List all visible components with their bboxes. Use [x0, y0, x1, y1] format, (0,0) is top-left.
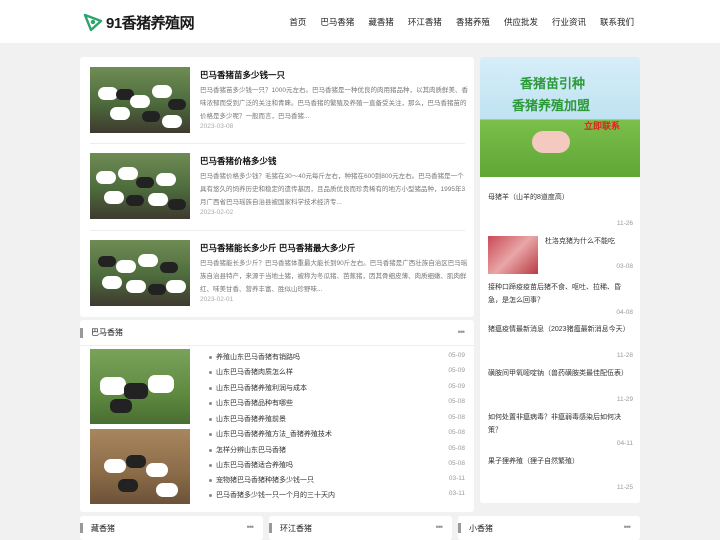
section-header: 环江香猪 •••: [269, 516, 452, 540]
news-thumbnail[interactable]: [488, 236, 538, 274]
section-marker: [458, 523, 461, 533]
section-zang: 藏香猪 •••: [80, 516, 263, 540]
main-nav: 首页 巴马香猪 藏香猪 环江香猪 香猪养殖 供应批发 行业资讯 联系我们: [275, 0, 634, 43]
article-summary: 巴马香猪苗多少钱一只？1000元左右。巴马香猪是一种优良的肉用猪品种，以其肉质鲜…: [200, 87, 468, 120]
article-item[interactable]: 巴马香猪能长多少斤 巴马香猪最大多少斤 巴马香猪能长多少斤？巴马香猪体重最大能长…: [90, 240, 470, 310]
section-image[interactable]: [90, 349, 190, 424]
more-icon[interactable]: •••: [458, 327, 466, 337]
section-header: 小香猪 •••: [458, 516, 640, 540]
article-thumbnail[interactable]: [90, 67, 190, 133]
article-title[interactable]: 巴马香猪苗多少钱一只: [200, 69, 285, 81]
list-item[interactable]: 宠物猪巴马香猪种猪多少钱一只 03-11: [209, 475, 465, 490]
article-item[interactable]: 巴马香猪苗多少钱一只 巴马香猪苗多少钱一只？1000元左右。巴马香猪是一种优良的…: [90, 67, 470, 137]
article-thumbnail[interactable]: [90, 153, 190, 219]
article-item[interactable]: 巴马香猪价格多少钱 巴马香猪价格多少钱？毛猪在30～40元每斤左右，种猪在600…: [90, 153, 470, 223]
sidebar-news-item[interactable]: 杜洛克猪为什么不能吃 03-08: [545, 235, 633, 270]
more-icon[interactable]: •••: [624, 522, 632, 532]
nav-supply[interactable]: 供应批发: [504, 16, 538, 28]
site-header: 91香猪养殖网 首页 巴马香猪 藏香猪 环江香猪 香猪养殖 供应批发 行业资讯 …: [0, 0, 720, 43]
sidebar-news-item[interactable]: 如何处置非瘟病毒？非瘟弱毒感染后如何决策？ 04-11: [488, 411, 633, 447]
sidebar-news-item[interactable]: 磺胺间甲氧嘧啶钠（兽药磺胺类最佳配伍表） 11-29: [488, 367, 633, 403]
article-summary: 巴马香猪能长多少斤？巴马香猪体重最大能长到90斤左右。巴马香猪是广西壮族自治区巴…: [200, 260, 468, 293]
section-marker: [80, 523, 83, 533]
list-item[interactable]: 山东巴马香猪养殖前景 05-08: [209, 414, 465, 429]
banner-line2: 香猪养殖加盟: [512, 98, 591, 113]
nav-breeding[interactable]: 香猪养殖: [456, 16, 490, 28]
promo-banner[interactable]: 香猪苗引种 香猪养殖加盟 立即联系: [480, 57, 640, 177]
article-date: 2023-03-08: [200, 123, 234, 130]
section-marker: [80, 327, 83, 338]
nav-home[interactable]: 首页: [289, 16, 306, 28]
section-small: 小香猪 •••: [458, 516, 640, 540]
pig-illustration: [532, 131, 570, 153]
section-title[interactable]: 环江香猪: [280, 523, 312, 534]
logo-text: 91香猪养殖网: [106, 14, 195, 32]
nav-contact[interactable]: 联系我们: [600, 16, 634, 28]
site-logo[interactable]: 91香猪养殖网: [82, 9, 195, 35]
article-summary: 巴马香猪价格多少钱？毛猪在30～40元每斤左右，种猪在600到800元左右。巴马…: [200, 173, 466, 206]
sidebar-news-item[interactable]: 接种口蹄疫疫苗后猪不食、呕吐、拉稀、昏急，是怎么回事？ 04-08: [488, 281, 633, 316]
divider: [90, 143, 465, 144]
nav-zang[interactable]: 藏香猪: [368, 16, 394, 28]
sidebar-news-item[interactable]: 母猪羊（山羊的8道度高） 11-26: [488, 191, 633, 227]
section-marker: [269, 523, 272, 533]
nav-bama[interactable]: 巴马香猪: [320, 16, 354, 28]
article-title[interactable]: 巴马香猪能长多少斤 巴马香猪最大多少斤: [200, 242, 355, 254]
pig-logo-icon: [83, 13, 103, 32]
section-header: 藏香猪 •••: [80, 516, 263, 540]
section-image[interactable]: [90, 429, 190, 504]
section-title[interactable]: 巴马香猪: [91, 327, 123, 338]
list-item[interactable]: 怎样分辨山东巴马香猪 05-08: [209, 445, 465, 460]
section-title[interactable]: 小香猪: [469, 523, 493, 534]
list-item[interactable]: 山东巴马香猪养殖利润与成本 05-09: [209, 383, 465, 398]
section-huanjiang: 环江香猪 •••: [269, 516, 452, 540]
sidebar-news-item[interactable]: 猪瘟疫情最新消息（2023猪瘟最新消息今天） 11-28: [488, 323, 633, 359]
section-title[interactable]: 藏香猪: [91, 523, 115, 534]
contact-now-link[interactable]: 立即联系: [584, 119, 620, 132]
more-icon[interactable]: •••: [436, 522, 444, 532]
list-item[interactable]: 山东巴马香猪品种有哪些 05-08: [209, 398, 465, 413]
nav-huanjiang[interactable]: 环江香猪: [408, 16, 442, 28]
banner-line1: 香猪苗引种: [520, 76, 586, 91]
list-item[interactable]: 山东巴马香猪适合养殖吗 05-08: [209, 460, 465, 475]
list-item[interactable]: 巴马香猪多少钱一只一个月的三十天内 03-11: [209, 490, 465, 505]
divider: [90, 230, 465, 231]
more-icon[interactable]: •••: [247, 522, 255, 532]
nav-news[interactable]: 行业资讯: [552, 16, 586, 28]
sidebar-news-item[interactable]: 果子狸养殖（狸子自然繁殖） 11-25: [488, 455, 633, 491]
article-thumbnail[interactable]: [90, 240, 190, 306]
list-item[interactable]: 山东巴马香猪肉质怎么样 05-09: [209, 367, 465, 382]
list-item[interactable]: 养殖山东巴马香猪有销路吗 05-09: [209, 352, 465, 367]
article-date: 2023-02-02: [200, 209, 234, 216]
article-title[interactable]: 巴马香猪价格多少钱: [200, 155, 277, 167]
article-date: 2023-02-01: [200, 296, 234, 303]
list-item[interactable]: 山东巴马香猪养殖方法_香猪养殖技术 05-08: [209, 429, 465, 444]
section-header: 巴马香猪 •••: [80, 320, 474, 346]
